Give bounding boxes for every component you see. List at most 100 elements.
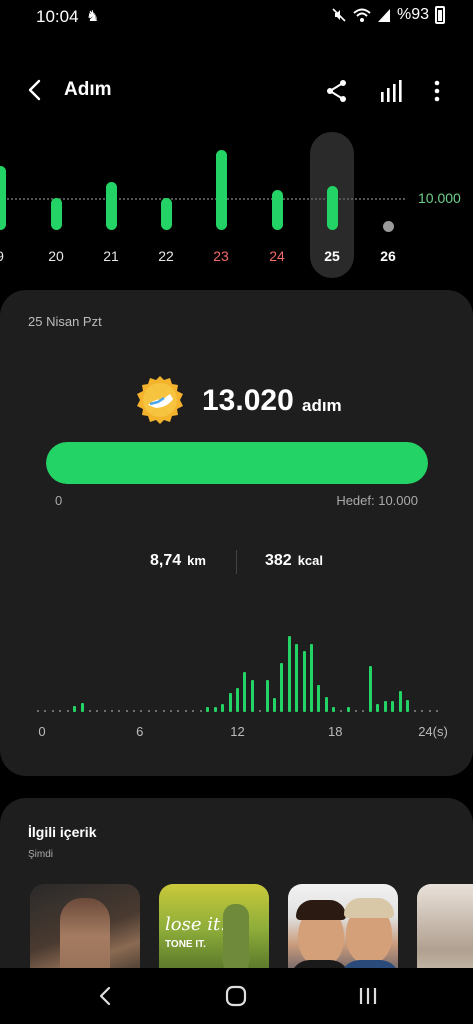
calories-value: 382 [265, 552, 292, 569]
day-bar-25[interactable] [326, 186, 338, 230]
distance-unit: km [187, 553, 206, 568]
hourly-empty-dot [184, 710, 187, 712]
day-bar-24[interactable] [271, 190, 283, 230]
hourly-bar [287, 636, 291, 712]
hourly-empty-dot [162, 710, 165, 712]
hourly-bar [280, 662, 284, 712]
shoe-badge-icon [137, 376, 183, 424]
day-bar-22[interactable] [160, 198, 172, 230]
chevron-left-icon[interactable] [24, 78, 48, 102]
battery-percent: %93 [396, 6, 429, 23]
navigation-bar [0, 968, 473, 1024]
hourly-bar [213, 707, 217, 712]
distance-value: 8,74 [150, 552, 182, 569]
status-bar: 10:04 ♞ %93 [0, 0, 473, 34]
hourly-empty-dot [436, 710, 438, 712]
distance-stat: 8,74 km [150, 552, 206, 570]
steps-unit: adım [302, 396, 342, 415]
hourly-empty-dot [140, 710, 143, 712]
hour-tick-label: 24(s) [418, 724, 448, 739]
hourly-empty-dot [258, 710, 261, 712]
day-label-22[interactable]: 22 [146, 248, 186, 264]
hourly-bar [332, 707, 336, 712]
wifi-icon [353, 8, 371, 22]
thumbnail-text-tone-it: TONE IT. [165, 939, 206, 950]
hour-tick-label: 6 [136, 724, 144, 739]
mute-icon [332, 8, 346, 22]
hourly-empty-dot [66, 710, 69, 712]
hourly-empty-dot [59, 710, 62, 712]
hourly-empty-dot [125, 710, 128, 712]
related-subtitle: Şimdi [28, 849, 54, 860]
hourly-bar [383, 701, 387, 712]
hour-tick-label: 18 [328, 724, 343, 739]
hourly-bar [221, 704, 225, 712]
day-bar-20[interactable] [50, 198, 62, 230]
nav-back-icon[interactable] [92, 982, 120, 1010]
hourly-bar [369, 666, 372, 712]
hourly-empty-dot [51, 710, 54, 712]
hour-tick-label: 12 [230, 724, 245, 739]
notification-icon: ♞ [86, 8, 100, 25]
hourly-bar [250, 680, 254, 712]
hourly-empty-dot [37, 710, 39, 712]
day-label-20[interactable]: 20 [36, 248, 76, 264]
goal-target-label: Hedef: 10.000 [336, 493, 418, 508]
hourly-empty-dot [428, 710, 431, 712]
hourly-bar [243, 672, 247, 712]
hourly-bar [376, 704, 380, 712]
daily-summary-card: 25 Nisan Pzt 13.020 adım 0 Hedef: 10.000… [0, 290, 473, 776]
share-icon[interactable] [324, 78, 350, 104]
person-hair [296, 900, 346, 920]
day-bar-23[interactable] [215, 150, 227, 230]
goal-label: 10.000 [418, 190, 461, 206]
day-dot-26[interactable] [382, 221, 394, 232]
thumbnail-text-lose-it: lose it. [165, 914, 226, 935]
battery-icon [435, 6, 445, 24]
hourly-bar [346, 707, 350, 712]
day-bar-9[interactable] [0, 166, 6, 230]
day-label-9[interactable]: 9 [0, 248, 20, 264]
page-title: Adım [64, 79, 112, 100]
nav-recents-icon[interactable] [354, 982, 382, 1010]
hourly-bar [391, 701, 395, 712]
day-label-25[interactable]: 25 [312, 248, 352, 264]
status-icons: %93 [331, 6, 445, 24]
date-label: 25 Nisan Pzt [28, 314, 102, 329]
day-label-23[interactable]: 23 [201, 248, 241, 264]
hourly-bar [324, 696, 328, 712]
goal-progress-bar [46, 442, 428, 484]
more-vertical-icon[interactable] [424, 78, 450, 104]
hourly-steps-chart: 0 6 12 18 24(s) [0, 620, 473, 750]
calories-unit: kcal [297, 553, 324, 568]
hourly-empty-dot [421, 710, 424, 712]
daily-steps-strip: 10.000 9 20 21 22 23 24 25 26 [0, 128, 473, 278]
hourly-bar [317, 685, 321, 712]
day-bar-21[interactable] [105, 182, 117, 230]
bar-chart-icon[interactable] [378, 78, 404, 104]
status-time: 10:04 [36, 7, 79, 26]
hourly-empty-dot [103, 710, 106, 712]
hourly-empty-dot [354, 710, 357, 712]
day-label-26[interactable]: 26 [368, 248, 408, 264]
nav-home-icon[interactable] [222, 982, 250, 1010]
hourly-empty-dot [177, 710, 180, 712]
hourly-bar [80, 702, 84, 712]
hourly-empty-dot [147, 710, 150, 712]
day-label-24[interactable]: 24 [257, 248, 297, 264]
hourly-empty-dot [96, 710, 99, 712]
hourly-empty-dot [44, 710, 47, 712]
hourly-bar [236, 687, 239, 712]
day-label-21[interactable]: 21 [91, 248, 131, 264]
hourly-empty-dot [88, 710, 91, 712]
hourly-empty-dot [110, 710, 113, 712]
hourly-empty-dot [199, 710, 202, 712]
hourly-empty-dot [413, 710, 416, 712]
related-title: İlgili içerik [28, 824, 97, 840]
hourly-bar [73, 705, 77, 712]
hourly-empty-dot [362, 710, 365, 712]
calories-stat: 382 kcal [265, 552, 323, 570]
hourly-bar [272, 698, 276, 712]
person-hair [344, 898, 394, 918]
hourly-empty-dot [192, 710, 195, 712]
